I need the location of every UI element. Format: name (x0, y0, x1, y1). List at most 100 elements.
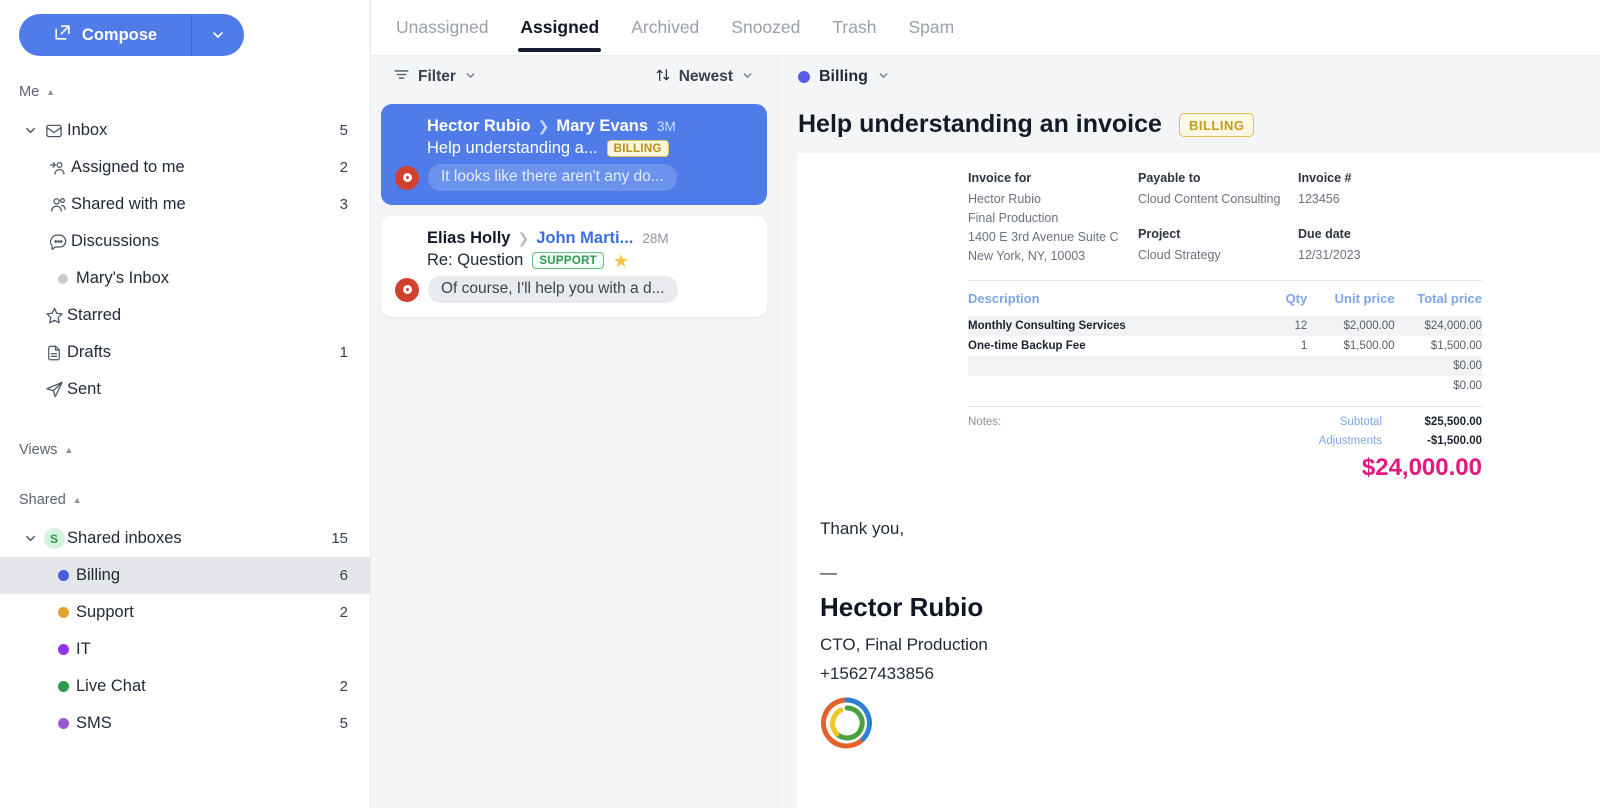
filter-button[interactable]: Filter (393, 66, 477, 88)
sidebar: Compose Me ▲ Inbox 5 Assigned to me 2 Sh… (0, 0, 371, 808)
sidebar-item-count: 2 (339, 159, 348, 176)
mailbox-tabs: Unassigned Assigned Archived Snoozed Tra… (371, 0, 1600, 56)
signature-title: CTO, Final Production (820, 635, 988, 654)
sidebar-item-label: Shared inboxes (67, 529, 182, 547)
invoice-for-line: New York, NY, 10003 (968, 249, 1086, 263)
color-dot-icon (798, 71, 810, 83)
totals-table: Subtotal $25,500.00 Adjustments -$1,500.… (1319, 416, 1482, 482)
column-header-qty: Qty (1285, 291, 1308, 306)
table-row-highlighted: One-time Backup Fee 1 $1,500.00 $1,500.0… (968, 336, 1482, 356)
cell-total-price: $24,000.00 (1394, 316, 1482, 336)
compose-area: Compose (0, 8, 370, 56)
sidebar-item-billing[interactable]: Billing 6 (0, 557, 370, 594)
email-signature: Thank you, — Hector Rubio CTO, Final Pro… (798, 482, 1600, 750)
compose-button[interactable]: Compose (19, 14, 244, 56)
avatar (395, 277, 419, 302)
cell-description (968, 376, 1251, 396)
tab-snoozed[interactable]: Snoozed (715, 0, 816, 55)
conversation-to: Mary Evans (556, 117, 649, 135)
sort-label: Newest (678, 68, 733, 85)
sidebar-item-marys-inbox[interactable]: Mary's Inbox (0, 260, 370, 297)
color-dot-icon (50, 681, 76, 692)
sidebar-item-label: SMS (76, 714, 112, 732)
sidebar-item-label: Assigned to me (71, 158, 185, 176)
conversation-item-selected[interactable]: Hector Rubio ❯ Mary Evans 3M Help unders… (381, 104, 767, 205)
sidebar-item-label: Drafts (67, 343, 112, 361)
sidebar-item-discussions[interactable]: Discussions (0, 223, 370, 260)
divider (968, 280, 1482, 281)
sidebar-item-shared-inboxes[interactable]: S Shared inboxes 15 (0, 520, 370, 557)
invoice-number-label: Invoice # (1298, 171, 1352, 185)
signature-thanks: Thank you, (820, 519, 905, 538)
cell-qty: 1 (1300, 340, 1308, 352)
chevron-down-icon (213, 32, 223, 38)
conversation-from: Elias Holly (427, 229, 511, 247)
cell-qty: 12 (1250, 316, 1308, 336)
invoice-for-label: Invoice for (968, 171, 1032, 185)
sort-arrows-icon (655, 67, 671, 88)
sidebar-item-sent[interactable]: Sent (0, 371, 370, 408)
table-row: $0.00 (968, 356, 1482, 376)
sidebar-item-label: Starred (67, 306, 122, 324)
conversation-time: 28M (642, 231, 669, 246)
sidebar-item-sms[interactable]: SMS 5 (0, 705, 370, 742)
sort-button[interactable]: Newest (655, 67, 754, 88)
sidebar-item-starred[interactable]: Starred (0, 297, 370, 334)
section-header-shared[interactable]: Shared ▲ (0, 490, 370, 510)
compose-main[interactable]: Compose (19, 14, 192, 56)
invoice-number-value: 123456 (1298, 192, 1340, 206)
sidebar-item-count: 5 (339, 715, 348, 732)
conversation-preview-row: It looks like there aren't any do... (395, 164, 753, 191)
gray-dot-icon (50, 273, 76, 284)
sidebar-item-support[interactable]: Support 2 (0, 594, 370, 631)
conversation-to: John Marti... (536, 229, 634, 247)
tab-unassigned[interactable]: Unassigned (380, 0, 504, 55)
subtotal-row: Subtotal $25,500.00 (1319, 416, 1482, 428)
sidebar-item-label: Sent (67, 380, 101, 398)
people-icon (45, 195, 71, 214)
sidebar-item-shared-with-me[interactable]: Shared with me 3 (0, 186, 370, 223)
tab-archived[interactable]: Archived (615, 0, 715, 55)
sidebar-item-label: Billing (76, 566, 121, 584)
invoice-for-column: Invoice for Hector Rubio Final Productio… (968, 171, 1138, 266)
cell-unit-price: $1,500.00 (1343, 340, 1395, 352)
filter-label: Filter (418, 68, 456, 85)
project-label: Project (1138, 227, 1181, 241)
arrow-right-icon: ❯ (517, 230, 530, 246)
star-filled-icon[interactable]: ★ (613, 252, 629, 270)
table-row: $0.00 (968, 376, 1482, 396)
chevron-down-icon[interactable] (19, 123, 41, 138)
tab-spam[interactable]: Spam (892, 0, 970, 55)
triangle-up-icon: ▲ (72, 494, 82, 505)
list-toolbar: Filter Newest (371, 56, 777, 98)
compose-dropdown-button[interactable] (192, 14, 244, 56)
star-outline-icon (41, 306, 67, 325)
adjustments-row: Adjustments -$1,500.00 (1319, 435, 1482, 447)
email-subject-row: Help understanding an invoice BILLING (778, 98, 1600, 153)
due-date-value: 12/31/2023 (1298, 248, 1361, 262)
chevron-down-icon[interactable] (19, 531, 41, 546)
section-title-views: Views (19, 442, 58, 458)
sidebar-item-assigned-to-me[interactable]: Assigned to me 2 (0, 149, 370, 186)
shared-inboxes-badge: S (41, 528, 67, 549)
cell-description: One-time Backup Fee (968, 340, 1086, 352)
reader-inbox-selector[interactable]: Billing (778, 56, 1600, 98)
table-row: Monthly Consulting Services 12 $2,000.00… (968, 316, 1482, 336)
conversation-item[interactable]: Elias Holly ❯ John Marti... 28M Re: Ques… (381, 216, 767, 317)
sidebar-item-drafts[interactable]: Drafts 1 (0, 334, 370, 371)
compose-pencil-icon (53, 23, 72, 47)
tab-trash[interactable]: Trash (816, 0, 892, 55)
chevron-down-icon (464, 69, 477, 85)
company-swirl-logo (820, 696, 874, 750)
section-header-views[interactable]: Views ▲ (0, 440, 370, 460)
section-header-me[interactable]: Me ▲ (0, 82, 370, 102)
sidebar-item-inbox[interactable]: Inbox 5 (0, 112, 370, 149)
sidebar-item-it[interactable]: IT (0, 631, 370, 668)
sidebar-item-count: 3 (339, 196, 348, 213)
sidebar-item-label: Mary's Inbox (76, 269, 170, 287)
sidebar-item-label: Shared with me (71, 195, 186, 213)
sidebar-item-count: 2 (339, 678, 348, 695)
sidebar-item-live-chat[interactable]: Live Chat 2 (0, 668, 370, 705)
tab-assigned[interactable]: Assigned (504, 0, 615, 55)
color-dot-icon (50, 644, 76, 655)
